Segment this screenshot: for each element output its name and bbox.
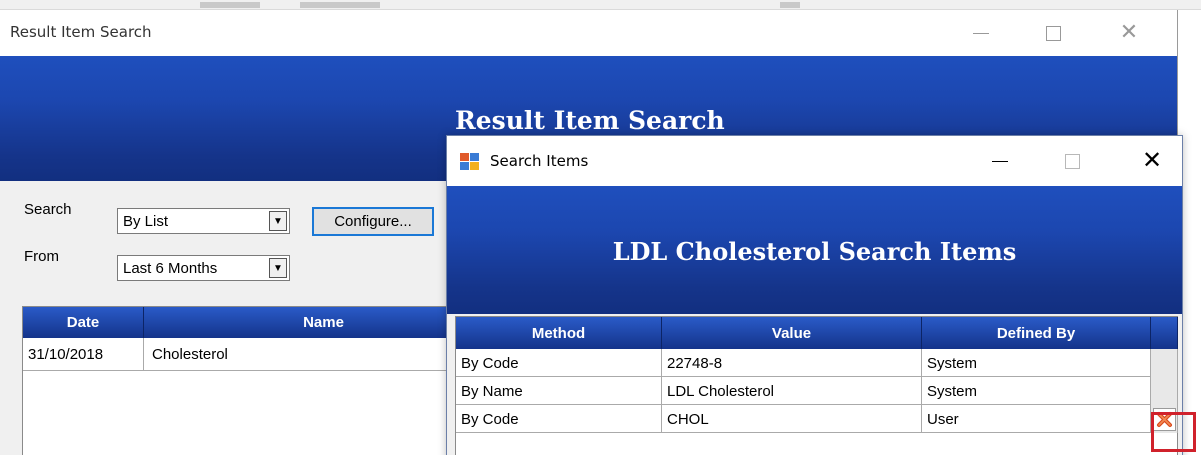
window-app-icon [460, 153, 480, 170]
dialog-titlebar: Search Items ✕ [447, 136, 1182, 186]
column-header-date[interactable]: Date [23, 307, 144, 338]
search-combo[interactable]: By List ▼ [117, 208, 290, 234]
cell-action [1151, 377, 1178, 405]
cell-defined-by: System [922, 349, 1151, 377]
dialog-title: Search Items [490, 152, 589, 170]
dialog-banner-title: LDL Cholesterol Search Items [612, 237, 1017, 266]
cell-value: CHOL [662, 405, 922, 433]
main-titlebar: Result Item Search ✕ [0, 10, 1177, 56]
cell-defined-by: User [922, 405, 1151, 433]
search-items-grid-header: Method Value Defined By [456, 317, 1178, 349]
cell-defined-by: System [922, 377, 1151, 405]
maximize-icon [1064, 153, 1080, 169]
search-items-grid: Method Value Defined By By Code 22748-8 … [455, 316, 1178, 455]
cell-date: 31/10/2018 [23, 338, 144, 371]
cell-method: By Name [456, 377, 662, 405]
from-label: From [24, 248, 59, 265]
cell-value: 22748-8 [662, 349, 922, 377]
main-close-button[interactable]: ✕ [1106, 10, 1152, 56]
dialog-maximize-button [1047, 136, 1097, 186]
dialog-minimize-button[interactable] [975, 136, 1025, 186]
main-banner-title: Result Item Search [455, 106, 725, 135]
column-header-action [1151, 317, 1178, 349]
search-items-dialog: Search Items ✕ LDL Cholesterol Search It… [446, 135, 1183, 455]
cell-method: By Code [456, 405, 662, 433]
dropdown-arrow-icon[interactable]: ▼ [269, 258, 287, 278]
cell-value: LDL Cholesterol [662, 377, 922, 405]
results-grid-header: Date Name [23, 307, 504, 338]
cell-action [1151, 349, 1178, 377]
minimize-icon [973, 32, 989, 34]
search-combo-value: By List [123, 213, 169, 230]
table-row[interactable]: 31/10/2018 Cholesterol [23, 338, 504, 371]
from-combo[interactable]: Last 6 Months ▼ [117, 255, 290, 281]
configure-button[interactable]: Configure... [312, 207, 434, 236]
delete-highlight-box [1151, 412, 1196, 452]
cell-method: By Code [456, 349, 662, 377]
dialog-banner: LDL Cholesterol Search Items [447, 186, 1182, 314]
table-row[interactable]: By Name LDL Cholesterol System [456, 377, 1178, 405]
from-combo-value: Last 6 Months [123, 260, 218, 277]
main-window-title: Result Item Search [10, 23, 152, 41]
minimize-icon [992, 160, 1008, 162]
main-maximize-button[interactable] [1030, 10, 1076, 56]
column-header-defined-by[interactable]: Defined By [922, 317, 1151, 349]
background-window-strip [0, 0, 1201, 10]
dropdown-arrow-icon[interactable]: ▼ [269, 211, 287, 231]
main-minimize-button[interactable] [958, 10, 1004, 56]
close-icon: ✕ [1119, 20, 1139, 45]
results-grid: Date Name 31/10/2018 Cholesterol [22, 306, 504, 455]
close-icon: ✕ [1141, 147, 1163, 174]
dialog-close-button[interactable]: ✕ [1127, 136, 1177, 186]
column-header-method[interactable]: Method [456, 317, 662, 349]
search-label: Search [24, 201, 72, 218]
column-header-value[interactable]: Value [662, 317, 922, 349]
table-row[interactable]: By Code 22748-8 System [456, 349, 1178, 377]
maximize-icon [1045, 25, 1061, 41]
table-row[interactable]: By Code CHOL User [456, 405, 1178, 433]
